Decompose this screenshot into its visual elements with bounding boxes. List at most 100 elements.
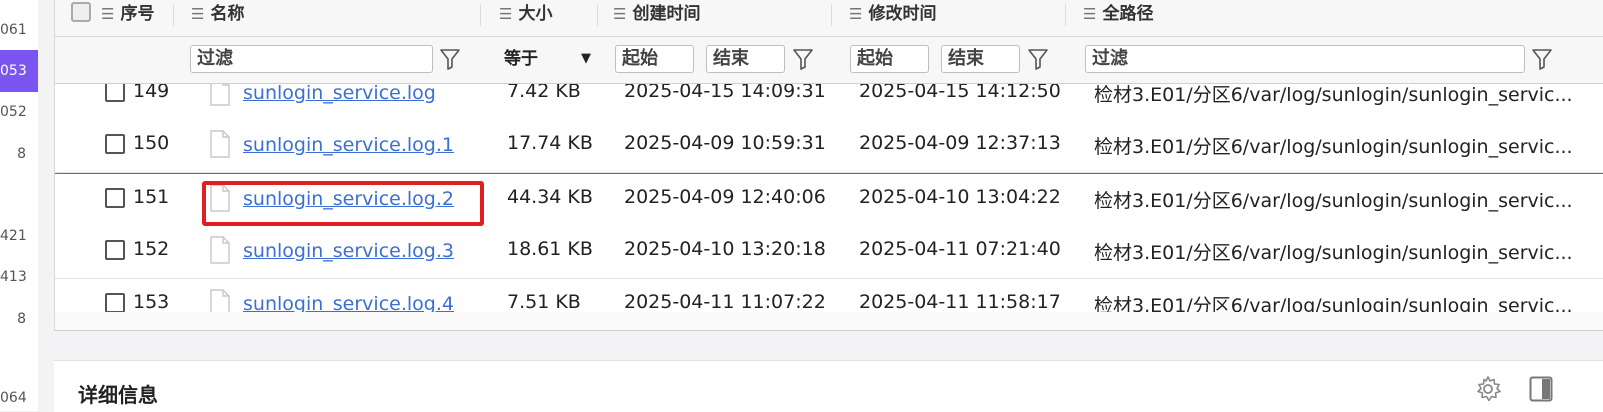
sidebar-item[interactable]: 052	[0, 104, 27, 120]
column-label-index: 序号	[120, 4, 155, 24]
file-name-link[interactable]: sunlogin_service.log.1	[243, 134, 454, 156]
name-filter-placeholder: 过滤	[197, 48, 233, 69]
table-row[interactable]: 150 sunlogin_service.log.1 17.74 KB 2025-04…	[55, 120, 1603, 173]
created-start-placeholder: 起始	[622, 48, 658, 69]
sidebar-item[interactable]: 8	[0, 311, 26, 327]
sidebar-item[interactable]: 413	[0, 269, 27, 285]
file-name-link[interactable]: sunlogin_service.log.3	[243, 240, 454, 262]
column-header-size[interactable]: ☰ 大小	[499, 0, 552, 28]
sidebar-item-label: 8	[17, 311, 26, 327]
column-divider[interactable]	[597, 4, 598, 26]
list-icon: ☰	[499, 5, 513, 23]
row-size: 7.42 KB	[507, 84, 581, 102]
sidebar-strip: 061 053 052 8 421 413 8 064	[0, 0, 38, 411]
filter-icon[interactable]	[1531, 47, 1553, 71]
column-header-path[interactable]: ☰ 全路径	[1083, 0, 1153, 28]
filter-icon[interactable]	[1027, 47, 1049, 71]
sidebar-item-label: 421	[0, 228, 27, 244]
column-divider[interactable]	[480, 4, 481, 26]
sidebar-item[interactable]: 064	[0, 390, 27, 406]
sidebar-item[interactable]: 8	[0, 146, 26, 162]
column-label-name: 名称	[210, 4, 245, 24]
column-label-path: 全路径	[1102, 4, 1154, 24]
sidebar-item[interactable]: 061	[0, 22, 27, 38]
row-index: 151	[133, 186, 170, 208]
row-modified-time: 2025-04-11 11:58:17	[859, 291, 1061, 312]
horizontal-scrollbar[interactable]	[55, 312, 1603, 330]
list-icon: ☰	[101, 5, 115, 23]
created-start-input[interactable]: 起始	[615, 45, 694, 73]
size-operator-select[interactable]: 等于	[504, 45, 538, 73]
row-size: 44.34 KB	[507, 186, 593, 208]
row-checkbox[interactable]	[105, 188, 125, 208]
row-full-path: 检材3.E01/分区6/var/log/sunlogin/sunlogin_se…	[1094, 136, 1573, 158]
column-divider[interactable]	[831, 4, 832, 26]
sidebar-item-active[interactable]: 053	[0, 50, 38, 92]
row-created-time: 2025-04-15 14:09:31	[624, 84, 826, 102]
row-checkbox[interactable]	[105, 84, 125, 102]
row-checkbox[interactable]	[105, 293, 125, 312]
row-index: 152	[133, 238, 170, 260]
size-operator-value: 等于	[504, 49, 538, 69]
filter-icon[interactable]	[439, 47, 461, 71]
file-name-link[interactable]: sunlogin_service.log.4	[243, 293, 454, 312]
row-full-path: 检材3.E01/分区6/var/log/sunlogin/sunlogin_se…	[1094, 295, 1573, 312]
gear-icon[interactable]	[1474, 375, 1502, 403]
row-full-path: 检材3.E01/分区6/var/log/sunlogin/sunlogin_se…	[1094, 84, 1573, 106]
filter-icon[interactable]	[792, 47, 814, 71]
panel-toggle-icon[interactable]	[1529, 376, 1553, 402]
column-label-modified: 修改时间	[868, 4, 937, 24]
sidebar-item-label: 052	[0, 104, 27, 120]
file-icon	[210, 289, 230, 312]
modified-start-input[interactable]: 起始	[850, 45, 929, 73]
column-header-index[interactable]: ☰ 序号	[101, 0, 154, 28]
table-row[interactable]: 149 sunlogin_service.log 7.42 KB 2025-04-15…	[55, 84, 1603, 121]
select-all-checkbox[interactable]	[71, 2, 91, 22]
column-header-created[interactable]: ☰ 创建时间	[613, 0, 700, 28]
file-icon	[210, 130, 230, 158]
row-modified-time: 2025-04-15 14:12:50	[859, 84, 1061, 102]
list-icon: ☰	[613, 5, 627, 23]
table-header: ☰ 序号 ☰ 名称 ☰ 大小 ☰ 创建时间 ☰ 修改时间 ☰ 全路径	[55, 0, 1603, 37]
sidebar-item-label: 8	[17, 146, 26, 162]
sidebar-item[interactable]: 421	[0, 228, 27, 244]
row-modified-time: 2025-04-09 12:37:13	[859, 132, 1061, 154]
list-icon: ☰	[1083, 5, 1097, 23]
filter-bar: 过滤 等于 ▼ 起始 结束 起始 结束 过滤	[55, 37, 1603, 84]
column-label-size: 大小	[518, 4, 553, 24]
name-filter-input[interactable]: 过滤	[190, 45, 433, 73]
caret-down-icon[interactable]: ▼	[581, 45, 591, 73]
table-row[interactable]: 152 sunlogin_service.log.3 18.61 KB 2025-04…	[55, 226, 1603, 279]
column-divider[interactable]	[173, 4, 174, 26]
file-name-link[interactable]: sunlogin_service.log	[243, 84, 436, 104]
highlight-box	[202, 181, 484, 226]
created-end-input[interactable]: 结束	[706, 45, 785, 73]
row-created-time: 2025-04-09 12:40:06	[624, 186, 826, 208]
path-filter-input[interactable]: 过滤	[1085, 45, 1525, 73]
detail-title: 详细信息	[78, 383, 158, 407]
table-row[interactable]: 153 sunlogin_service.log.4 7.51 KB 2025-04-…	[55, 279, 1603, 312]
file-table: ☰ 序号 ☰ 名称 ☰ 大小 ☰ 创建时间 ☰ 修改时间 ☰ 全路径 过滤 等于…	[54, 0, 1603, 331]
column-header-name[interactable]: ☰ 名称	[191, 0, 244, 28]
column-header-modified[interactable]: ☰ 修改时间	[849, 0, 936, 28]
row-checkbox[interactable]	[105, 240, 125, 260]
row-index: 149	[133, 84, 170, 102]
created-end-placeholder: 结束	[713, 48, 749, 69]
column-label-created: 创建时间	[632, 4, 701, 24]
row-size: 7.51 KB	[507, 291, 581, 312]
row-full-path: 检材3.E01/分区6/var/log/sunlogin/sunlogin_se…	[1094, 190, 1573, 212]
column-divider[interactable]	[1065, 4, 1066, 26]
row-checkbox[interactable]	[105, 134, 125, 154]
list-icon: ☰	[849, 5, 863, 23]
modified-end-placeholder: 结束	[948, 48, 984, 69]
row-size: 18.61 KB	[507, 238, 593, 260]
sidebar-item-label: 053	[0, 63, 27, 79]
sidebar-item-label: 061	[0, 22, 27, 38]
modified-end-input[interactable]: 结束	[941, 45, 1020, 73]
row-size: 17.74 KB	[507, 132, 593, 154]
row-modified-time: 2025-04-10 13:04:22	[859, 186, 1061, 208]
row-modified-time: 2025-04-11 07:21:40	[859, 238, 1061, 260]
detail-panel: 详细信息	[54, 360, 1603, 412]
row-created-time: 2025-04-11 11:07:22	[624, 291, 826, 312]
file-icon	[210, 84, 230, 106]
